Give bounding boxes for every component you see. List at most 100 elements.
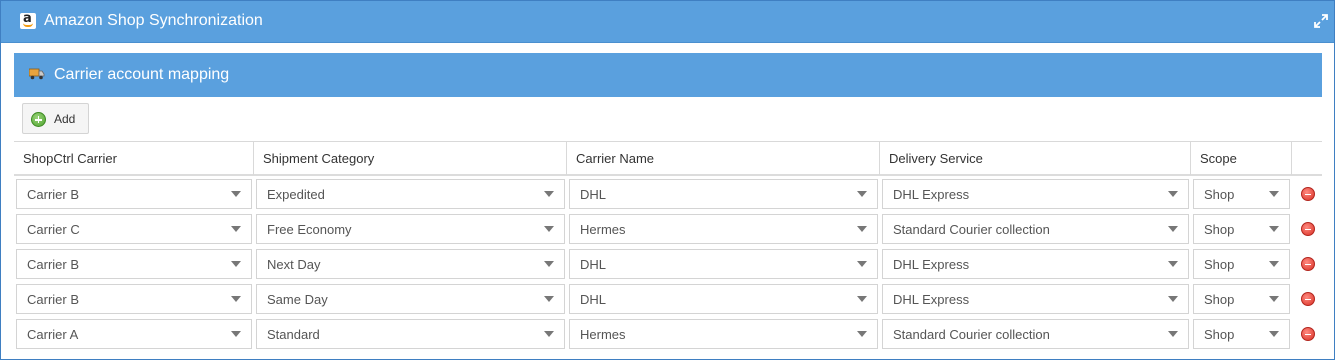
- chevron-down-icon: [1269, 191, 1279, 197]
- scope-value: Shop: [1204, 292, 1235, 307]
- remove-circle-icon[interactable]: [1301, 187, 1315, 201]
- scope-select[interactable]: Shop: [1193, 319, 1290, 349]
- shopctrl-carrier-value: Carrier B: [27, 187, 80, 202]
- column-header-scope[interactable]: Scope: [1191, 142, 1292, 175]
- scope-select[interactable]: Shop: [1193, 249, 1290, 279]
- chevron-down-icon: [857, 331, 867, 337]
- shopctrl-carrier-select[interactable]: Carrier B: [16, 284, 252, 314]
- carrier-name-select[interactable]: DHL: [569, 249, 878, 279]
- scope-value: Shop: [1204, 187, 1235, 202]
- carrier-name-select[interactable]: Hermes: [569, 319, 878, 349]
- chevron-down-icon: [544, 261, 554, 267]
- remove-circle-icon[interactable]: [1301, 327, 1315, 341]
- chevron-down-icon: [544, 191, 554, 197]
- carrier-name-select[interactable]: Hermes: [569, 214, 878, 244]
- chevron-down-icon: [231, 191, 241, 197]
- column-header-delivery-service[interactable]: Delivery Service: [880, 142, 1191, 175]
- shipment-category-select[interactable]: Next Day: [256, 249, 565, 279]
- table-row: Carrier B Expedited DHL DHL Express Shop: [14, 176, 1322, 211]
- shopctrl-carrier-value: Carrier B: [27, 292, 80, 307]
- amazon-logo-icon: a: [20, 11, 36, 29]
- table-row: Carrier B Same Day DHL DHL Express Shop: [14, 281, 1322, 316]
- scope-select[interactable]: Shop: [1193, 179, 1290, 209]
- chevron-down-icon: [1168, 226, 1178, 232]
- shipment-category-value: Standard: [267, 327, 320, 342]
- chevron-down-icon: [1269, 331, 1279, 337]
- remove-circle-icon[interactable]: [1301, 257, 1315, 271]
- delivery-service-value: DHL Express: [893, 292, 970, 307]
- table-row: Carrier A Standard Hermes Standard Courier …: [14, 316, 1322, 351]
- section-header: Carrier account mapping: [14, 53, 1322, 97]
- truck-icon: [29, 68, 45, 80]
- column-header-carrier-name[interactable]: Carrier Name: [567, 142, 880, 175]
- remove-circle-icon[interactable]: [1301, 292, 1315, 306]
- shipment-category-select[interactable]: Standard: [256, 319, 565, 349]
- shipment-category-value: Expedited: [267, 187, 325, 202]
- carrier-name-value: DHL: [580, 257, 607, 272]
- carrier-mapping-table: ShopCtrl Carrier Shipment Category Carri…: [14, 141, 1322, 353]
- delivery-service-value: Standard Courier collection: [893, 327, 1050, 342]
- delivery-service-select[interactable]: DHL Express: [882, 179, 1189, 209]
- column-header-actions: [1292, 142, 1322, 175]
- section-title: Carrier account mapping: [54, 66, 230, 83]
- scope-value: Shop: [1204, 257, 1235, 272]
- chevron-down-icon: [857, 191, 867, 197]
- shipment-category-value: Same Day: [267, 292, 328, 307]
- chevron-down-icon: [1168, 191, 1178, 197]
- shopctrl-carrier-value: Carrier C: [27, 222, 80, 237]
- chevron-down-icon: [544, 331, 554, 337]
- chevron-down-icon: [1168, 331, 1178, 337]
- carrier-name-select[interactable]: DHL: [569, 284, 878, 314]
- carrier-name-value: DHL: [580, 187, 607, 202]
- table-row: Carrier C Free Economy Hermes Standard Cour…: [14, 211, 1322, 246]
- carrier-name-value: Hermes: [580, 327, 626, 342]
- delivery-service-select[interactable]: DHL Express: [882, 249, 1189, 279]
- shipment-category-select[interactable]: Expedited: [256, 179, 565, 209]
- scope-value: Shop: [1204, 327, 1235, 342]
- delivery-service-value: DHL Express: [893, 187, 970, 202]
- chevron-down-icon: [857, 296, 867, 302]
- column-header-shipment-category[interactable]: Shipment Category: [254, 142, 567, 175]
- table-header: ShopCtrl Carrier Shipment Category Carri…: [14, 141, 1322, 176]
- delivery-service-select[interactable]: DHL Express: [882, 284, 1189, 314]
- shipment-category-value: Next Day: [267, 257, 321, 272]
- carrier-name-value: Hermes: [580, 222, 626, 237]
- table-row: Carrier B Next Day DHL DHL Express Shop: [14, 246, 1322, 281]
- shopctrl-carrier-select[interactable]: Carrier B: [16, 249, 252, 279]
- title-bar: a Amazon Shop Synchronization: [1, 1, 1334, 43]
- remove-circle-icon[interactable]: [1301, 222, 1315, 236]
- carrier-name-select[interactable]: DHL: [569, 179, 878, 209]
- shopctrl-carrier-value: Carrier A: [27, 327, 79, 342]
- delivery-service-select[interactable]: Standard Courier collection: [882, 214, 1189, 244]
- window-title: Amazon Shop Synchronization: [44, 12, 263, 29]
- delivery-service-select[interactable]: Standard Courier collection: [882, 319, 1189, 349]
- scope-select[interactable]: Shop: [1193, 214, 1290, 244]
- chevron-down-icon: [857, 261, 867, 267]
- shipment-category-value: Free Economy: [267, 222, 352, 237]
- chevron-down-icon: [1269, 296, 1279, 302]
- chevron-down-icon: [857, 226, 867, 232]
- add-circle-icon: [31, 112, 46, 127]
- scope-select[interactable]: Shop: [1193, 284, 1290, 314]
- column-header-shopctrl-carrier[interactable]: ShopCtrl Carrier: [14, 142, 254, 175]
- app-window: a Amazon Shop Synchronization Carrier ac…: [0, 0, 1335, 360]
- chevron-down-icon: [231, 226, 241, 232]
- chevron-down-icon: [1269, 261, 1279, 267]
- add-button-label: Add: [54, 112, 76, 126]
- chevron-down-icon: [1168, 261, 1178, 267]
- shopctrl-carrier-value: Carrier B: [27, 257, 80, 272]
- shopctrl-carrier-select[interactable]: Carrier A: [16, 319, 252, 349]
- shipment-category-select[interactable]: Free Economy: [256, 214, 565, 244]
- chevron-down-icon: [231, 331, 241, 337]
- delivery-service-value: Standard Courier collection: [893, 222, 1050, 237]
- shipment-category-select[interactable]: Same Day: [256, 284, 565, 314]
- shopctrl-carrier-select[interactable]: Carrier B: [16, 179, 252, 209]
- shopctrl-carrier-select[interactable]: Carrier C: [16, 214, 252, 244]
- expand-icon[interactable]: [1314, 14, 1328, 28]
- carrier-name-value: DHL: [580, 292, 607, 307]
- chevron-down-icon: [1168, 296, 1178, 302]
- chevron-down-icon: [544, 226, 554, 232]
- scope-value: Shop: [1204, 222, 1235, 237]
- chevron-down-icon: [544, 296, 554, 302]
- add-button[interactable]: Add: [22, 103, 89, 134]
